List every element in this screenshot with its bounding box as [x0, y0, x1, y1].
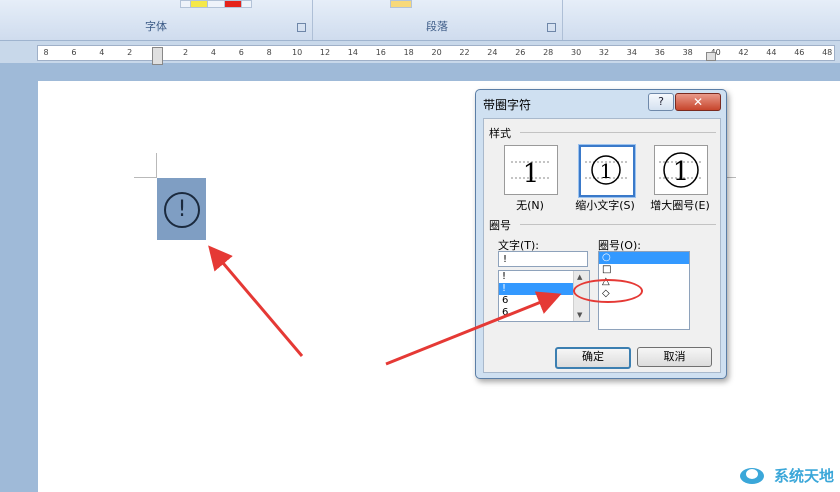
- watermark-logo-icon: [740, 468, 764, 484]
- watermark-text: 系统天地: [774, 467, 835, 485]
- annotation-arrow-to-character: [208, 245, 304, 357]
- annotation-arrow-to-dialog: [385, 291, 562, 366]
- watermark: 系统天地: [738, 459, 838, 489]
- annotation-arrows: [208, 245, 562, 366]
